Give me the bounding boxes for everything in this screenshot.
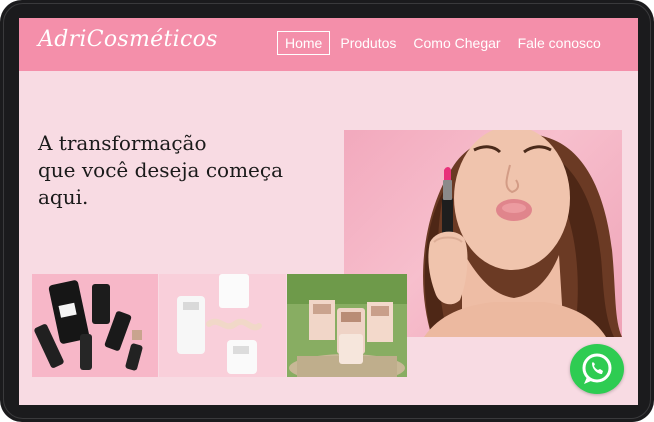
- hero-line-1: A transformação: [38, 131, 207, 155]
- product-image-3: [287, 274, 407, 377]
- product-thumbnail-1[interactable]: [32, 274, 158, 377]
- hero-line-3: aqui.: [38, 185, 89, 209]
- whatsapp-icon: [582, 353, 612, 384]
- nav-fale-conosco[interactable]: Fale conosco: [511, 31, 608, 55]
- tablet-frame: AdriCosméticos Home Produtos Como Chegar…: [0, 0, 654, 422]
- hero-line-2: que você deseja começa: [38, 158, 283, 182]
- product-thumbnail-2[interactable]: [159, 274, 286, 377]
- nav-como-chegar[interactable]: Como Chegar: [406, 31, 507, 55]
- whatsapp-button[interactable]: [570, 344, 624, 394]
- browser-viewport: AdriCosméticos Home Produtos Como Chegar…: [19, 18, 638, 405]
- product-thumbnail-3[interactable]: [287, 274, 407, 377]
- navbar: AdriCosméticos Home Produtos Como Chegar…: [19, 18, 638, 71]
- nav-produtos[interactable]: Produtos: [333, 31, 403, 55]
- product-image-2: [159, 274, 286, 377]
- nav-home[interactable]: Home: [277, 31, 331, 55]
- brand-logo[interactable]: AdriCosméticos: [38, 27, 218, 52]
- product-image-1: [32, 274, 158, 377]
- main-nav: Home Produtos Como Chegar Fale conosco: [277, 30, 611, 56]
- hero-heading: A transformação que você deseja começa a…: [38, 130, 338, 211]
